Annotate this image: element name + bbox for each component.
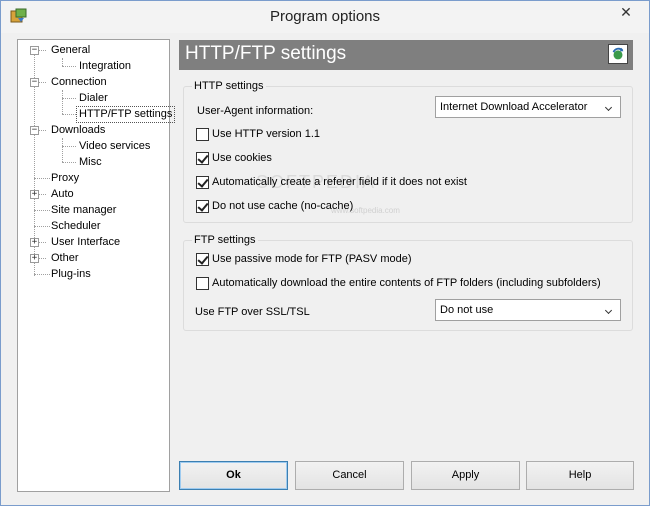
window-title: Program options [269, 8, 381, 25]
chevron-down-icon [603, 300, 617, 320]
ftp-folders-checkbox[interactable] [196, 276, 209, 290]
tree-item-other[interactable]: Other [49, 251, 81, 266]
http-version-checkbox-row[interactable]: Use HTTP version 1.1 [196, 126, 320, 142]
collapse-general-icon[interactable]: − [30, 46, 39, 55]
user-agent-select[interactable]: Internet Download Accelerator [435, 96, 621, 118]
referer-checkbox[interactable] [196, 175, 209, 189]
tree-item-general[interactable]: General [49, 43, 92, 58]
http-version-label: Use HTTP version 1.1 [212, 128, 321, 140]
refresh-globe-icon [608, 44, 628, 64]
ftp-folders-checkbox-row[interactable]: Automatically download the entire conten… [196, 275, 601, 291]
ftp-ssl-label: Use FTP over SSL/TSL [195, 306, 310, 318]
apply-button[interactable]: Apply [411, 461, 520, 490]
panel-title: HTTP/FTP settings [185, 43, 347, 64]
tree-item-plug-ins[interactable]: Plug-ins [49, 267, 93, 282]
use-cookies-label: Use cookies [212, 152, 272, 164]
collapse-connection-icon[interactable]: − [30, 78, 39, 87]
close-icon: ✕ [620, 4, 632, 20]
tree-item-integration[interactable]: Integration [77, 59, 133, 74]
tree-item-video-services[interactable]: Video services [77, 139, 152, 154]
expand-other-icon[interactable]: + [30, 254, 39, 263]
passive-mode-checkbox-row[interactable]: Use passive mode for FTP (PASV mode) [196, 251, 412, 267]
no-cache-checkbox[interactable] [196, 199, 209, 213]
no-cache-checkbox-row[interactable]: Do not use cache (no-cache) [196, 198, 353, 214]
user-agent-value: Internet Download Accelerator [440, 101, 588, 113]
tree-item-misc[interactable]: Misc [77, 155, 104, 170]
expand-user-interface-icon[interactable]: + [30, 238, 39, 247]
tree-item-dialer[interactable]: Dialer [77, 91, 110, 106]
panel-header: HTTP/FTP settings [179, 40, 633, 70]
tree-item-auto[interactable]: Auto [49, 187, 76, 202]
ftp-ssl-select[interactable]: Do not use [435, 299, 621, 321]
ftp-settings-title: FTP settings [192, 234, 258, 246]
use-cookies-checkbox-row[interactable]: Use cookies [196, 150, 272, 166]
tree-item-site-manager[interactable]: Site manager [49, 203, 118, 218]
expand-auto-icon[interactable]: + [30, 190, 39, 199]
passive-mode-label: Use passive mode for FTP (PASV mode) [212, 253, 412, 265]
program-options-window: Program options ✕ − General Integration … [0, 0, 650, 506]
chevron-down-icon [603, 97, 617, 117]
referer-checkbox-row[interactable]: Automatically create a referer field if … [196, 174, 467, 190]
user-agent-label: User-Agent information: [197, 105, 314, 117]
tree-item-proxy[interactable]: Proxy [49, 171, 81, 186]
tree-item-connection[interactable]: Connection [49, 75, 109, 90]
cancel-button[interactable]: Cancel [295, 461, 404, 490]
http-settings-title: HTTP settings [192, 80, 266, 92]
ftp-folders-label: Automatically download the entire conten… [212, 277, 601, 289]
tree-item-scheduler[interactable]: Scheduler [49, 219, 103, 234]
help-button[interactable]: Help [526, 461, 634, 490]
use-cookies-checkbox[interactable] [196, 151, 209, 165]
title-bar: Program options ✕ [1, 1, 649, 33]
no-cache-label: Do not use cache (no-cache) [212, 200, 354, 212]
tree-item-http-ftp-settings[interactable]: HTTP/FTP settings [75, 106, 176, 123]
collapse-downloads-icon[interactable]: − [30, 126, 39, 135]
close-button[interactable]: ✕ [611, 2, 641, 23]
http-version-checkbox[interactable] [196, 127, 209, 141]
tree-item-downloads[interactable]: Downloads [49, 123, 107, 138]
options-tree: − General Integration − Connection Diale… [17, 39, 176, 492]
tree-item-user-interface[interactable]: User Interface [49, 235, 122, 250]
passive-mode-checkbox[interactable] [196, 252, 209, 266]
referer-label: Automatically create a referer field if … [212, 176, 467, 188]
ftp-ssl-value: Do not use [440, 304, 494, 316]
ok-button[interactable]: Ok [179, 461, 288, 490]
